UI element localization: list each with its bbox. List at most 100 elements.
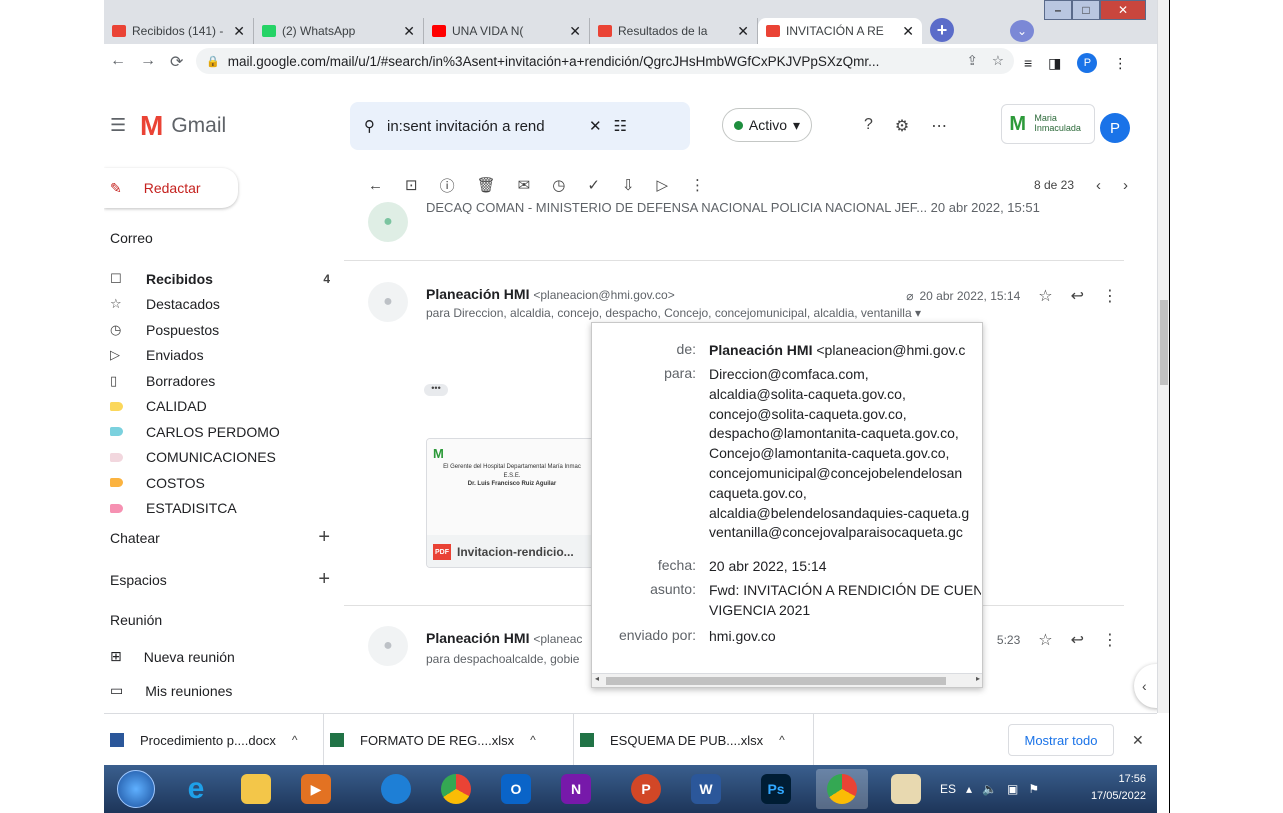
older-icon[interactable]: › [1123,177,1128,194]
mark-unread-icon[interactable]: ✉ [518,176,531,194]
reply-icon[interactable]: ↩ [1071,286,1084,306]
close-downloads-icon[interactable]: ✕ [1132,732,1144,749]
taskbar-paint[interactable] [880,769,932,809]
chevron-up-icon[interactable]: ^ [530,733,536,747]
show-all-downloads-button[interactable]: Mostrar todo [1008,724,1114,756]
star-icon[interactable]: ☆ [1038,630,1052,650]
newer-icon[interactable]: ‹ [1096,177,1101,194]
volume-icon[interactable]: 🔈 [982,782,997,796]
scroll-right-icon[interactable]: ▸ [976,674,980,683]
forward-icon[interactable]: → [140,52,156,72]
network-icon[interactable]: ▣ [1007,782,1018,796]
main-menu-icon[interactable]: ☰ [110,115,126,136]
move-to-icon[interactable]: ⇩ [622,176,635,194]
sidebar-item[interactable]: ▯ Borradores [110,368,330,394]
sidebar-item[interactable]: CARLOS PERDOMO [110,419,330,445]
spaces-section[interactable]: Espacios + [110,568,330,591]
taskbar-onenote[interactable]: N [550,769,602,809]
share-icon[interactable]: ⇪ [967,53,978,69]
new-tab-button[interactable]: + [930,18,954,42]
taskbar-chrome-active[interactable] [816,769,868,809]
search-options-icon[interactable]: ☷ [614,117,627,135]
attachment-card[interactable]: M El Gerente del Hospital Departamental … [426,438,598,568]
scroll-left-icon[interactable]: ◂ [595,674,599,683]
back-icon[interactable]: ← [110,52,126,72]
taskbar-explorer[interactable] [230,769,282,809]
chat-section[interactable]: Chatear + [110,526,330,549]
action-center-flag-icon[interactable]: ⚑ [1028,782,1039,796]
search-icon[interactable]: ⚲ [364,117,375,135]
taskbar-media[interactable]: ▶ [290,769,342,809]
label-icon[interactable]: ▷ [656,176,668,194]
browser-tab[interactable]: Recibidos (141) - ✕ [104,18,254,44]
taskbar-word[interactable]: W [680,769,732,809]
new-meeting-item[interactable]: ⊞ Nueva reunión [110,648,235,665]
download-item[interactable]: FORMATO DE REG....xlsx ^ [324,714,574,766]
taskbar-chrome[interactable] [430,769,482,809]
taskbar-edge[interactable] [370,769,422,809]
settings-gear-icon[interactable]: ⚙ [895,116,909,136]
system-clock[interactable]: 17:56 17/05/2022 [1090,771,1146,805]
popup-horizontal-scrollbar[interactable]: ◂ ▸ [592,673,982,687]
bookmark-star-icon[interactable]: ☆ [992,53,1004,69]
language-indicator[interactable]: ES [940,782,956,796]
reply-icon[interactable]: ↩ [1071,630,1084,650]
sidebar-item[interactable]: ▷ Enviados [110,343,330,369]
close-tab-icon[interactable]: ✕ [403,23,415,40]
maximize-button[interactable]: □ [1072,0,1100,20]
more-options-icon[interactable]: ⋮ [1102,630,1118,650]
help-icon[interactable]: ? [864,116,873,136]
sidebar-item[interactable]: ◷ Pospuestos [110,317,330,343]
sidebar-item[interactable]: ☆ Destacados [110,292,330,318]
chevron-up-icon[interactable]: ^ [779,733,785,747]
apps-grid-icon[interactable]: ⋯ [931,116,947,136]
clear-search-icon[interactable]: ✕ [589,117,602,135]
tray-expand-icon[interactable]: ▴ [966,782,972,796]
download-item[interactable]: Procedimiento p....docx ^ [104,714,324,766]
close-tab-icon[interactable]: ✕ [569,23,581,40]
add-chat-icon[interactable]: + [318,526,330,549]
my-meetings-item[interactable]: ▭ Mis reuniones [110,682,232,699]
message-sender[interactable]: Planeación HMI <planeacion@hmi.gov.co> [426,286,675,302]
tab-search-button[interactable]: ⌄ [1010,20,1034,42]
account-avatar[interactable]: P [1100,113,1130,143]
close-tab-icon[interactable]: ✕ [737,23,749,40]
minimize-button[interactable]: – [1044,0,1072,20]
browser-menu-icon[interactable]: ⋮ [1113,55,1127,72]
sidebar-item[interactable]: ESTADISITCA [110,496,330,522]
recipients-line[interactable]: para Direccion, alcaldia, concejo, despa… [426,306,921,320]
compose-button[interactable]: ✎ Redactar [104,168,238,208]
browser-tab[interactable]: Resultados de la ✕ [590,18,758,44]
taskbar-photoshop[interactable]: Ps [750,769,802,809]
more-actions-icon[interactable]: ⋮ [690,176,705,194]
close-tab-icon[interactable]: ✕ [233,23,245,40]
url-field[interactable]: 🔒 mail.google.com/mail/u/1/#search/in%3A… [196,48,1014,74]
back-to-list-icon[interactable]: ← [368,177,383,194]
reading-list-icon[interactable]: ≡ [1024,55,1032,71]
sidebar-item[interactable]: COSTOS [110,470,330,496]
snooze-icon[interactable]: ◷ [552,176,565,194]
gmail-logo[interactable]: M Gmail [140,110,226,142]
report-spam-icon[interactable]: ⓘ [440,175,455,196]
taskbar-powerpoint[interactable]: P [620,769,672,809]
reload-icon[interactable]: ⟳ [170,52,183,72]
sidebar-item[interactable]: COMUNICACIONES [110,445,330,471]
org-logo[interactable]: M Maria Inmaculada [1001,104,1095,144]
close-window-button[interactable]: ✕ [1100,0,1146,20]
taskbar-ie[interactable]: e [170,769,222,809]
add-task-icon[interactable]: ✓ [587,176,600,194]
side-panel-toggle[interactable]: ‹ [1134,664,1157,708]
taskbar-outlook[interactable]: O [490,769,542,809]
sidebar-item[interactable]: ☐ Recibidos 4 [110,266,330,292]
recipients-line[interactable]: para despachoalcalde, gobie [426,652,579,666]
sidebar-item[interactable]: CALIDAD [110,394,330,420]
search-input[interactable] [387,117,577,135]
browser-profile-avatar[interactable]: P [1077,53,1098,73]
side-panel-icon[interactable]: ◨ [1048,55,1061,72]
show-trimmed-content-button[interactable]: ••• [424,384,448,396]
archive-icon[interactable]: ⊡ [405,176,418,194]
start-button[interactable] [110,769,162,809]
star-icon[interactable]: ☆ [1038,286,1052,306]
more-options-icon[interactable]: ⋮ [1102,286,1118,306]
download-item[interactable]: ESQUEMA DE PUB....xlsx ^ [574,714,814,766]
